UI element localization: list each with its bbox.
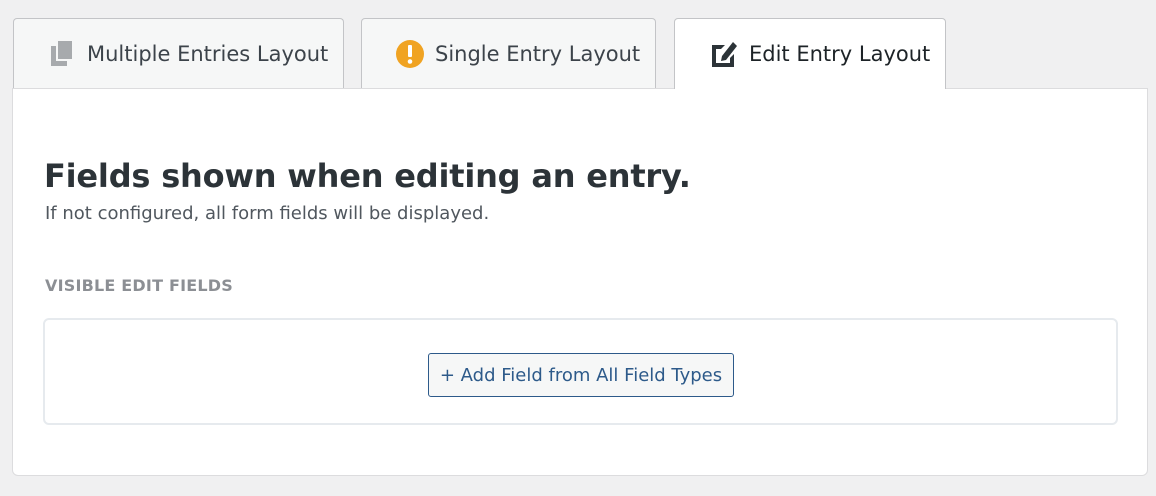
section-label-visible-edit-fields: VISIBLE EDIT FIELDS xyxy=(45,276,233,295)
tab-multiple-label: Multiple Entries Layout xyxy=(87,41,329,66)
edit-layout-panel: Fields shown when editing an entry. If n… xyxy=(12,88,1148,476)
layout-tabs: Multiple Entries Layout Single Entry Lay… xyxy=(0,0,1156,90)
tab-multiple-entries-layout[interactable]: Multiple Entries Layout xyxy=(13,18,344,88)
warning-icon xyxy=(395,39,425,69)
page-title: Fields shown when editing an entry. xyxy=(44,157,691,195)
edit-icon xyxy=(709,39,739,69)
description-text: If not configured, all form fields will … xyxy=(45,203,490,224)
add-field-button[interactable]: + Add Field from All Field Types xyxy=(428,353,734,397)
copy-icon xyxy=(47,38,77,69)
fields-dropzone[interactable]: + Add Field from All Field Types xyxy=(43,318,1118,425)
tab-single-label: Single Entry Layout xyxy=(435,41,641,66)
tab-edit-entry-layout[interactable]: Edit Entry Layout xyxy=(674,18,946,89)
tab-edit-label: Edit Entry Layout xyxy=(749,42,931,66)
tab-single-entry-layout[interactable]: Single Entry Layout xyxy=(361,18,656,88)
